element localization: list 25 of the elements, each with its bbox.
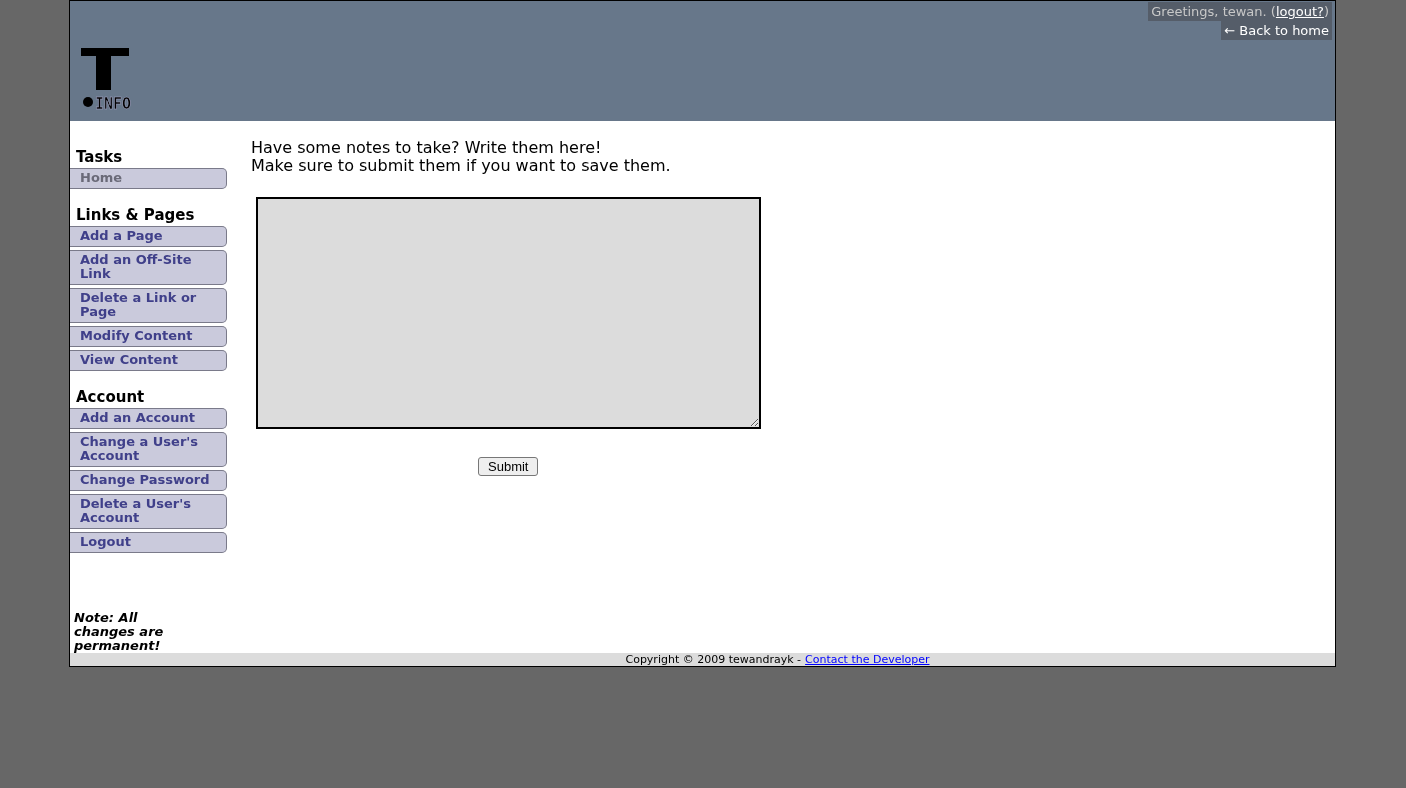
section-heading: Links & Pages <box>76 207 196 223</box>
back-to-home-link[interactable]: ← Back to home <box>1221 21 1332 40</box>
intro-text: Have some notes to take? Write them here! <box>251 139 603 157</box>
section-heading: Account <box>76 389 146 405</box>
intro-text: Make sure to submit them if you want to save them. <box>251 157 672 175</box>
sidebar-item[interactable]: Delete a User's Account <box>70 494 227 529</box>
note-text: Note: All changes are permanent! <box>74 611 165 653</box>
sidebar-item[interactable]: Delete a Link or Page <box>70 288 227 323</box>
sidebar-item[interactable]: View Content <box>70 350 227 371</box>
contact-link[interactable]: Contact the Developer <box>805 653 930 666</box>
sidebar-item[interactable]: Add an Account <box>70 408 227 429</box>
section-heading: Tasks <box>76 149 124 165</box>
sidebar-item[interactable]: Add a Page <box>70 226 227 247</box>
logout-link[interactable]: logout? <box>1275 4 1324 19</box>
sidebar-item[interactable]: Logout <box>70 532 227 553</box>
sidebar-item[interactable]: Change Password <box>70 470 227 491</box>
copyright-text: Copyright © 2009 tewandrayk - <box>625 653 802 666</box>
sidebar-item[interactable]: Add an Off-Site Link <box>70 250 227 285</box>
greeting-text: Greetings, tewan. (logout?) <box>1148 2 1332 21</box>
sidebar-item[interactable]: Modify Content <box>70 326 227 347</box>
submit-button[interactable]: Submit <box>478 457 539 476</box>
notes-field[interactable] <box>256 197 761 429</box>
logo: INFO <box>79 46 133 112</box>
sidebar-item[interactable]: Home <box>70 168 227 189</box>
sidebar-item[interactable]: Change a User's Account <box>70 432 227 467</box>
